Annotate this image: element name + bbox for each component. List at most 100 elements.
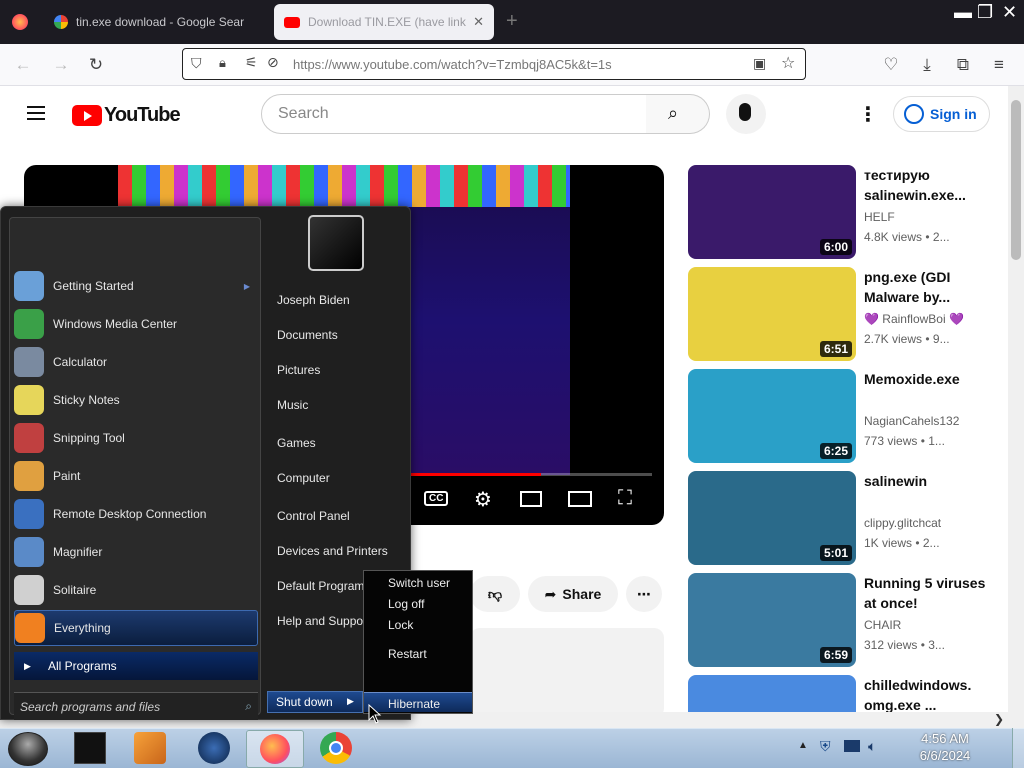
extensions-icon[interactable]: ⧉ bbox=[952, 54, 974, 76]
start-menu-link[interactable]: Games bbox=[277, 436, 316, 450]
video-title[interactable]: тестирую salinewin.exe... bbox=[864, 165, 994, 205]
reload-icon[interactable]: ↻ bbox=[85, 54, 107, 76]
scroll-right-icon[interactable]: ❯ bbox=[994, 712, 1004, 726]
bookmark-star-icon[interactable]: ☆ bbox=[781, 53, 795, 73]
description-box[interactable] bbox=[470, 628, 664, 712]
search-button[interactable]: ⌕ bbox=[646, 94, 710, 134]
restore-icon[interactable]: ❐ bbox=[977, 2, 993, 23]
shut-down-options-arrow-icon[interactable]: ▶ bbox=[347, 696, 354, 707]
back-icon[interactable]: ← bbox=[12, 54, 34, 76]
program-item[interactable]: Calculator bbox=[14, 344, 258, 380]
start-menu-link[interactable]: Default Programs bbox=[277, 579, 370, 593]
start-menu-link[interactable]: Help and Support bbox=[277, 614, 370, 628]
chrome-icon[interactable] bbox=[320, 732, 352, 764]
tab-google-search[interactable]: tin.exe download - Google Sear bbox=[44, 4, 270, 40]
program-item[interactable]: Solitaire bbox=[14, 572, 258, 608]
fullscreen-icon[interactable]: ⛶ bbox=[618, 487, 632, 510]
captions-icon[interactable]: CC bbox=[424, 491, 449, 506]
shutdown-option[interactable]: Hibernate bbox=[388, 697, 440, 711]
minimize-icon[interactable]: ▬ bbox=[954, 2, 972, 23]
start-menu-link[interactable]: Documents bbox=[277, 328, 338, 342]
show-desktop-button[interactable] bbox=[1012, 728, 1024, 768]
show-hidden-icons-icon[interactable]: ▲ bbox=[798, 740, 808, 751]
channel-name[interactable]: CHAIR bbox=[864, 618, 901, 632]
start-menu-link[interactable]: Pictures bbox=[277, 363, 320, 377]
video-thumbnail[interactable]: 6:51 bbox=[688, 267, 856, 361]
security-shield-icon[interactable]: ⛨ bbox=[820, 738, 831, 755]
firefox-menu-icon[interactable] bbox=[12, 14, 28, 30]
program-item[interactable]: Everything bbox=[14, 610, 258, 646]
start-button[interactable] bbox=[8, 732, 48, 766]
share-button[interactable]: ➦ Share bbox=[528, 576, 618, 612]
program-item[interactable]: Paint bbox=[14, 458, 258, 494]
video-thumbnail[interactable]: 6:00 bbox=[688, 165, 856, 259]
url-bar[interactable]: ⛉ 🔒︎ ⚟ ⊘ https://www.youtube.com/watch?v… bbox=[182, 48, 806, 80]
miniplayer-icon[interactable] bbox=[520, 491, 542, 507]
settings-gear-icon[interactable]: ⚙ bbox=[474, 487, 492, 512]
forward-icon[interactable]: → bbox=[50, 54, 72, 76]
permissions-icon[interactable]: ⚟ bbox=[245, 54, 258, 71]
channel-name[interactable]: HELF bbox=[864, 210, 895, 224]
camera-blocked-icon[interactable]: ⊘ bbox=[267, 54, 279, 71]
tab-youtube-active[interactable]: Download TIN.EXE (have link in ✕ bbox=[274, 4, 494, 40]
shutdown-option[interactable]: Switch user bbox=[388, 576, 450, 590]
video-title[interactable]: png.exe (GDI Malware by... bbox=[864, 267, 994, 307]
program-item[interactable]: Getting Started ▶ bbox=[14, 268, 258, 304]
globe-icon[interactable] bbox=[198, 732, 230, 764]
close-window-icon[interactable]: ✕ bbox=[1002, 2, 1017, 23]
taskbar-clock[interactable]: 4:56 AM 6/6/2024 bbox=[902, 730, 988, 764]
video-title[interactable]: Running 5 viruses at once! bbox=[864, 573, 994, 613]
video-title[interactable]: Memoxide.exe bbox=[864, 369, 994, 389]
shutdown-option[interactable]: Restart bbox=[388, 647, 427, 661]
video-title[interactable]: chilledwindows. omg.exe ... bbox=[864, 675, 994, 712]
youtube-logo[interactable]: YouTube bbox=[72, 104, 181, 127]
close-tab-icon[interactable]: ✕ bbox=[473, 14, 484, 30]
more-options-icon[interactable]: ⋮ bbox=[858, 102, 878, 127]
channel-name[interactable]: NagianCahels132 bbox=[864, 414, 959, 428]
url-text[interactable]: https://www.youtube.com/watch?v=Tzmbqj8A… bbox=[293, 57, 612, 72]
picture-in-picture-icon[interactable]: ▣ bbox=[753, 55, 766, 72]
app-menu-icon[interactable]: ≡ bbox=[988, 54, 1010, 76]
start-menu-link[interactable]: Music bbox=[277, 398, 308, 412]
media-player-icon[interactable] bbox=[134, 732, 166, 764]
all-programs-button[interactable]: ▶ All Programs bbox=[14, 652, 258, 680]
network-icon[interactable] bbox=[844, 740, 860, 752]
scrollbar-thumb[interactable] bbox=[1011, 100, 1021, 260]
taskbar-app-icon[interactable] bbox=[74, 732, 106, 764]
video-thumbnail[interactable]: 5:01 bbox=[688, 471, 856, 565]
start-menu-link[interactable]: Control Panel bbox=[277, 509, 350, 523]
theater-mode-icon[interactable] bbox=[568, 491, 592, 507]
video-thumbnail[interactable]: 6:25 bbox=[688, 369, 856, 463]
lock-icon[interactable]: 🔒︎ bbox=[219, 55, 226, 71]
user-picture[interactable] bbox=[308, 215, 364, 271]
shield-icon[interactable]: ⛉ bbox=[191, 55, 202, 72]
search-input[interactable]: Search bbox=[261, 94, 647, 134]
pocket-icon[interactable]: ♡ bbox=[880, 54, 902, 76]
vertical-scrollbar[interactable] bbox=[1008, 86, 1024, 712]
program-item[interactable]: Snipping Tool bbox=[14, 420, 258, 456]
program-item[interactable]: Windows Media Center bbox=[14, 306, 258, 342]
new-tab-icon[interactable]: + bbox=[506, 10, 518, 33]
shutdown-option[interactable]: Log off bbox=[388, 597, 424, 611]
start-menu-link[interactable]: Joseph Biden bbox=[277, 293, 350, 307]
video-thumbnail[interactable] bbox=[688, 675, 856, 712]
channel-name[interactable]: 💜 RainflowBoi 💜 bbox=[864, 312, 964, 326]
program-item[interactable]: Magnifier bbox=[14, 534, 258, 570]
firefox-taskbar-button[interactable] bbox=[246, 730, 304, 768]
video-title[interactable]: salinewin bbox=[864, 471, 994, 491]
start-menu-link[interactable]: Computer bbox=[277, 471, 330, 485]
hamburger-menu-icon[interactable] bbox=[27, 102, 45, 124]
shutdown-option[interactable]: Lock bbox=[388, 618, 413, 632]
search-programs-input[interactable]: Search programs and files ⌕ bbox=[14, 692, 258, 720]
sign-in-button[interactable]: Sign in bbox=[893, 96, 990, 132]
more-actions-button[interactable]: ⋯ bbox=[626, 576, 662, 612]
microphone-button[interactable] bbox=[726, 94, 766, 134]
channel-name[interactable]: clippy.glitchcat bbox=[864, 516, 941, 530]
program-item[interactable]: Remote Desktop Connection bbox=[14, 496, 258, 532]
video-thumbnail[interactable]: 6:59 bbox=[688, 573, 856, 667]
program-item[interactable]: Sticky Notes bbox=[14, 382, 258, 418]
volume-icon[interactable]: 🔈︎ bbox=[868, 738, 876, 755]
dislike-button[interactable]: 👎︎ bbox=[470, 576, 520, 612]
download-icon[interactable]: ⤓ bbox=[916, 54, 938, 76]
start-menu-link[interactable]: Devices and Printers bbox=[277, 544, 388, 558]
